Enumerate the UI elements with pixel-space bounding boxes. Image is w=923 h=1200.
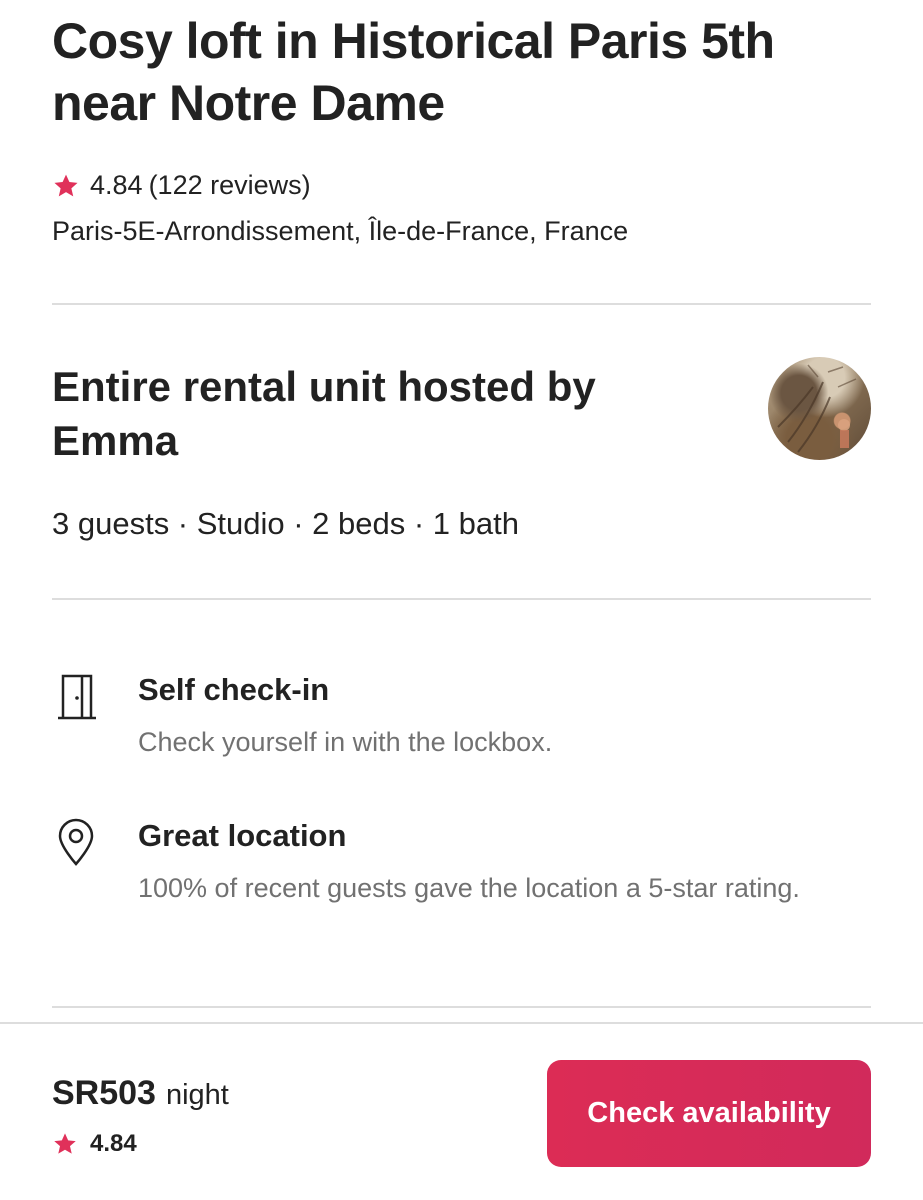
feature-title: Self check-in	[138, 672, 330, 707]
host-title: Entire rental unit hosted by Emma	[52, 363, 596, 464]
divider	[52, 598, 871, 600]
feature-great-location: Great location 100% of recent guests gav…	[52, 816, 832, 966]
review-count[interactable]: (122 reviews)	[149, 170, 311, 201]
price-amount: SR503	[52, 1074, 156, 1112]
divider	[52, 303, 871, 305]
listing-title: Cosy loft in Historical Paris 5th near N…	[52, 13, 775, 131]
rating-value: 4.84	[90, 170, 143, 200]
price-unit: night	[165, 1079, 229, 1111]
star-icon	[54, 1133, 76, 1154]
nightly-price: SR503 night	[52, 1074, 229, 1113]
star-icon	[54, 174, 78, 196]
location-pin-icon	[58, 818, 94, 866]
feature-description: 100% of recent guests gave the location …	[138, 873, 800, 903]
booking-bar: SR503 night 4.84 Check availability	[0, 1022, 923, 1200]
host-avatar[interactable]	[768, 357, 871, 460]
booking-rating: 4.84	[52, 1130, 137, 1158]
feature-description: Check yourself in with the lockbox.	[138, 727, 553, 757]
rating-summary[interactable]: 4.84 (122 reviews)	[52, 170, 311, 201]
avatar-photo-icon	[777, 364, 857, 453]
feature-title: Great location	[138, 818, 347, 853]
check-availability-button[interactable]: Check availability	[547, 1060, 871, 1167]
door-icon	[58, 674, 96, 720]
feature-self-check-in: Self check-in Check yourself in with the…	[52, 670, 832, 770]
divider	[52, 1006, 871, 1008]
rating-value: 4.84	[90, 1130, 137, 1157]
listing-location[interactable]: Paris-5E-Arrondissement, Île-de-France, …	[52, 216, 628, 247]
listing-details: 3 guests · Studio · 2 beds · 1 bath	[52, 506, 519, 541]
